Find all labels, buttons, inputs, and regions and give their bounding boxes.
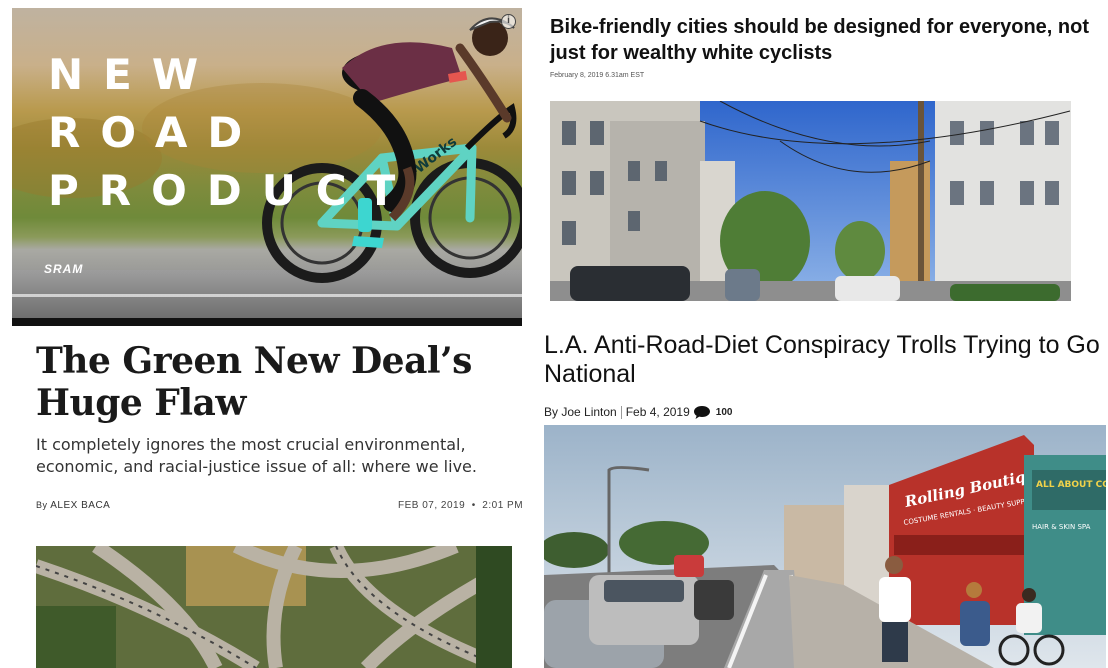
- article2-date: Feb 4, 2019: [625, 405, 690, 419]
- ad-headline: NEW ROAD PRODUCT: [48, 46, 415, 220]
- article-date: FEB 07, 2019: [398, 500, 466, 511]
- article-title-bike-friendly[interactable]: Bike-friendly cities should be designed …: [550, 14, 1090, 66]
- residential-street-image[interactable]: [550, 101, 1071, 301]
- article-title-la-road-diet[interactable]: L.A. Anti-Road-Diet Conspiracy Trolls Tr…: [544, 331, 1100, 389]
- commercial-street-illustration: Rolling Boutiques COSTUME RENTALS · BEAU…: [544, 425, 1106, 668]
- article1-date: February 8, 2019 6.31am EST: [550, 72, 645, 79]
- article2-byline[interactable]: By Joe Linton: [544, 405, 617, 419]
- commercial-street-image[interactable]: Rolling Boutiques COSTUME RENTALS · BEAU…: [544, 425, 1106, 668]
- article-byline: By ALEX BACA: [36, 500, 110, 511]
- comment-count[interactable]: 100: [716, 407, 733, 418]
- article-title-green-new-deal[interactable]: The Green New Deal’s Huge Flaw: [36, 340, 506, 424]
- article-time: 2:01 PM: [482, 500, 524, 511]
- sram-logo: SRAM: [44, 262, 84, 276]
- article2-meta: By Joe Linton Feb 4, 2019 100: [544, 405, 732, 419]
- ad-bottom-bar: [12, 318, 522, 326]
- storefront-sign-spa: HAIR & SKIN SPA: [1032, 523, 1091, 531]
- byline-author[interactable]: ALEX BACA: [50, 500, 110, 511]
- info-icon[interactable]: i: [501, 14, 516, 29]
- residential-street-illustration: [550, 101, 1071, 301]
- ad-headline-line-3: PRODUCT: [48, 166, 416, 215]
- article-dek: It completely ignores the most crucial e…: [36, 435, 477, 476]
- article-dateline: FEB 07, 2019 • 2:01 PM: [398, 500, 523, 511]
- aerial-highway-image[interactable]: [36, 546, 512, 668]
- date-separator: •: [471, 500, 476, 511]
- ad-headline-line-2: ROAD: [48, 108, 263, 157]
- highway-interchange-illustration: [36, 546, 512, 668]
- storefront-sign-color: ALL ABOUT COLOR: [1036, 480, 1106, 490]
- byline-prefix: By: [36, 500, 48, 510]
- ad-banner[interactable]: S-Works NEW ROAD PRODUCT SRAM i: [12, 8, 522, 326]
- ad-headline-line-1: NEW: [48, 50, 219, 99]
- comment-icon[interactable]: [693, 405, 710, 419]
- meta-divider: [620, 405, 622, 419]
